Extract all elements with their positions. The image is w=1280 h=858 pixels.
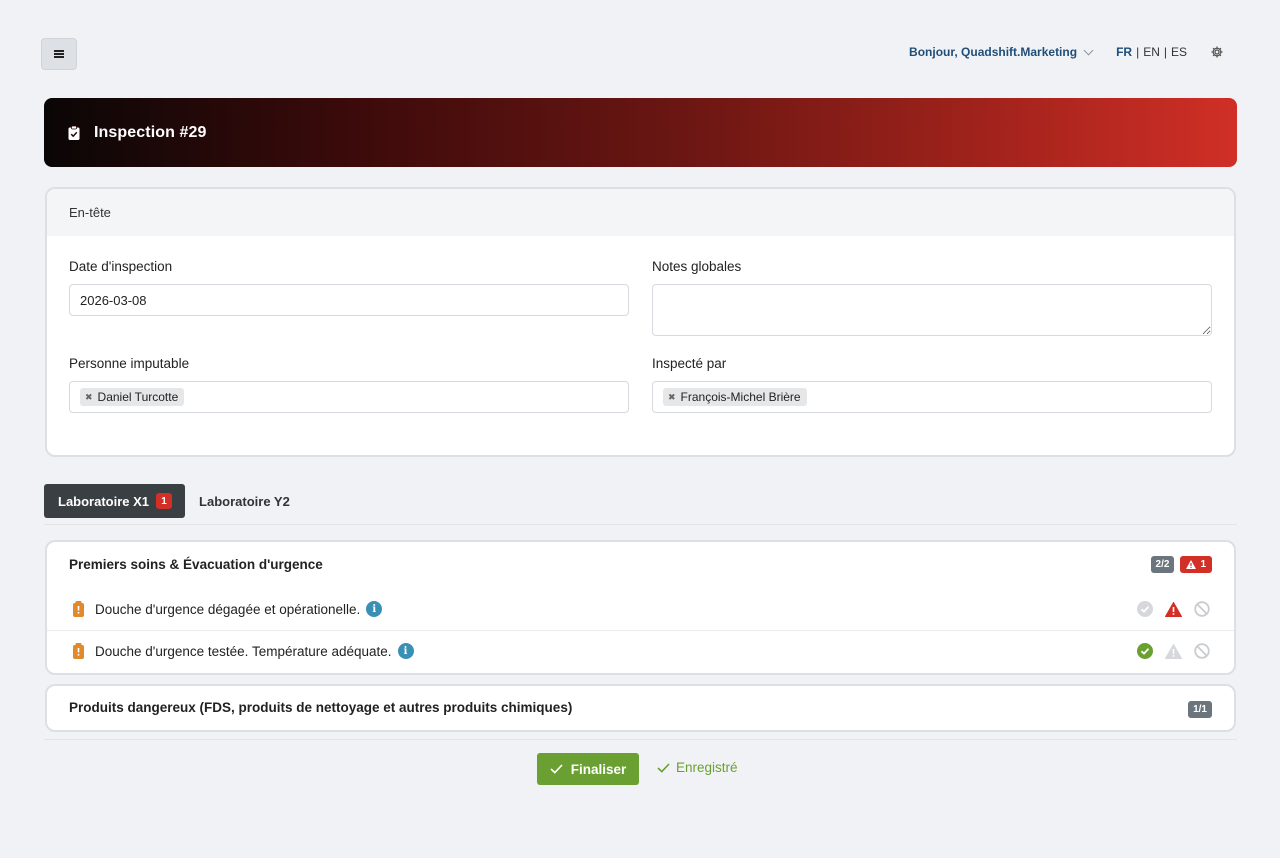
inspected-by-select[interactable]: ✖ François-Michel Brière: [652, 381, 1212, 413]
close-icon[interactable]: ✖: [85, 392, 93, 403]
tab-alert-badge: 1: [156, 493, 173, 509]
checklist-item: Douche d'urgence dégagée et opérationell…: [47, 588, 1234, 630]
menu-icon: [54, 50, 64, 58]
chevron-down-icon: [1083, 45, 1094, 55]
accountable-person-select[interactable]: ✖ Daniel Turcotte: [69, 381, 629, 413]
bottle-icon: [73, 601, 84, 617]
section-title[interactable]: Premiers soins & Évacuation d'urgence: [69, 557, 323, 572]
finalize-button[interactable]: Finaliser: [537, 753, 639, 785]
inspected-by-label: Inspecté par: [652, 356, 727, 371]
info-icon[interactable]: i: [366, 601, 383, 617]
section-card: Premiers soins & Évacuation d'urgence 2/…: [45, 540, 1236, 675]
inspection-date-input[interactable]: 2026-03-08: [69, 284, 629, 316]
info-icon[interactable]: i: [397, 643, 414, 659]
lang-separator: |: [1136, 45, 1140, 59]
tab-laboratoire-x1[interactable]: Laboratoire X1 1: [44, 484, 186, 518]
ban-icon[interactable]: [1194, 643, 1210, 659]
tabs-divider: [44, 524, 1237, 525]
item-label: Douche d'urgence dégagée et opérationell…: [95, 601, 361, 617]
section-title[interactable]: Produits dangereux (FDS, produits de net…: [69, 700, 572, 715]
global-notes-label: Notes globales: [652, 259, 742, 274]
warning-triangle-icon[interactable]: [1165, 643, 1182, 659]
alert-badge: 1: [1180, 556, 1212, 573]
alert-count: 1: [1200, 559, 1206, 570]
warning-triangle-icon[interactable]: [1165, 601, 1182, 617]
clipboard-check-icon: [68, 125, 80, 140]
status-selector: [1137, 643, 1210, 659]
header-card-title: En-tête: [47, 189, 1234, 236]
status-selector: [1137, 601, 1210, 617]
tab-label: Laboratoire X1: [58, 493, 150, 509]
lang-es[interactable]: ES: [1171, 45, 1187, 59]
lang-separator: |: [1163, 45, 1167, 59]
page-title: Inspection #29: [94, 123, 207, 141]
selected-tag: ✖ François-Michel Brière: [663, 388, 807, 406]
item-text: Douche d'urgence dégagée et opérationell…: [95, 601, 383, 617]
tag-label: François-Michel Brière: [680, 390, 801, 404]
checklist-item: Douche d'urgence testée. Température adé…: [47, 630, 1234, 672]
saved-status: Enregistré: [657, 760, 738, 775]
ban-icon[interactable]: [1194, 601, 1210, 617]
footer-divider: [44, 739, 1237, 740]
topbar-right: Bonjour, Quadshift.Marketing FR | EN | E…: [909, 45, 1224, 59]
section-card: Produits dangereux (FDS, produits de net…: [45, 684, 1236, 732]
section-badges: 2/2 1: [1150, 556, 1212, 573]
bottle-icon: [73, 643, 84, 659]
finalize-label: Finaliser: [570, 761, 627, 777]
lang-en[interactable]: EN: [1143, 45, 1160, 59]
app-window: Bonjour, Quadshift.Marketing FR | EN | E…: [0, 0, 1280, 858]
language-switcher: FR | EN | ES: [1116, 45, 1187, 59]
accountable-person-label: Personne imputable: [69, 356, 190, 371]
user-menu[interactable]: Bonjour, Quadshift.Marketing: [909, 45, 1094, 59]
check-circle-icon[interactable]: [1137, 601, 1153, 617]
greeting-text: Bonjour, Quadshift.Marketing: [909, 45, 1078, 59]
gear-icon[interactable]: [1210, 45, 1224, 59]
selected-tag: ✖ Daniel Turcotte: [80, 388, 185, 406]
warning-triangle-icon: [1186, 560, 1197, 569]
check-icon: [550, 764, 563, 774]
progress-badge: 2/2: [1150, 556, 1175, 573]
lab-tabs: Laboratoire X1 1 Laboratoire Y2: [44, 484, 290, 518]
menu-toggle-button[interactable]: [41, 38, 77, 70]
inspection-banner: Inspection #29: [44, 98, 1237, 167]
lang-fr[interactable]: FR: [1116, 45, 1132, 59]
global-notes-textarea[interactable]: [652, 284, 1212, 336]
item-text: Douche d'urgence testée. Température adé…: [95, 643, 414, 659]
section-badges: 1/1: [1188, 701, 1212, 718]
close-icon[interactable]: ✖: [668, 392, 676, 403]
header-card: En-tête Date d'inspection 2026-03-08 Not…: [45, 187, 1236, 457]
item-label: Douche d'urgence testée. Température adé…: [95, 643, 392, 659]
tab-laboratoire-y2[interactable]: Laboratoire Y2: [199, 494, 290, 509]
saved-label: Enregistré: [676, 760, 738, 775]
inspection-date-label: Date d'inspection: [69, 259, 173, 274]
progress-badge: 1/1: [1188, 701, 1212, 718]
check-icon: [657, 762, 670, 773]
check-circle-icon[interactable]: [1137, 643, 1153, 659]
tag-label: Daniel Turcotte: [97, 390, 179, 404]
